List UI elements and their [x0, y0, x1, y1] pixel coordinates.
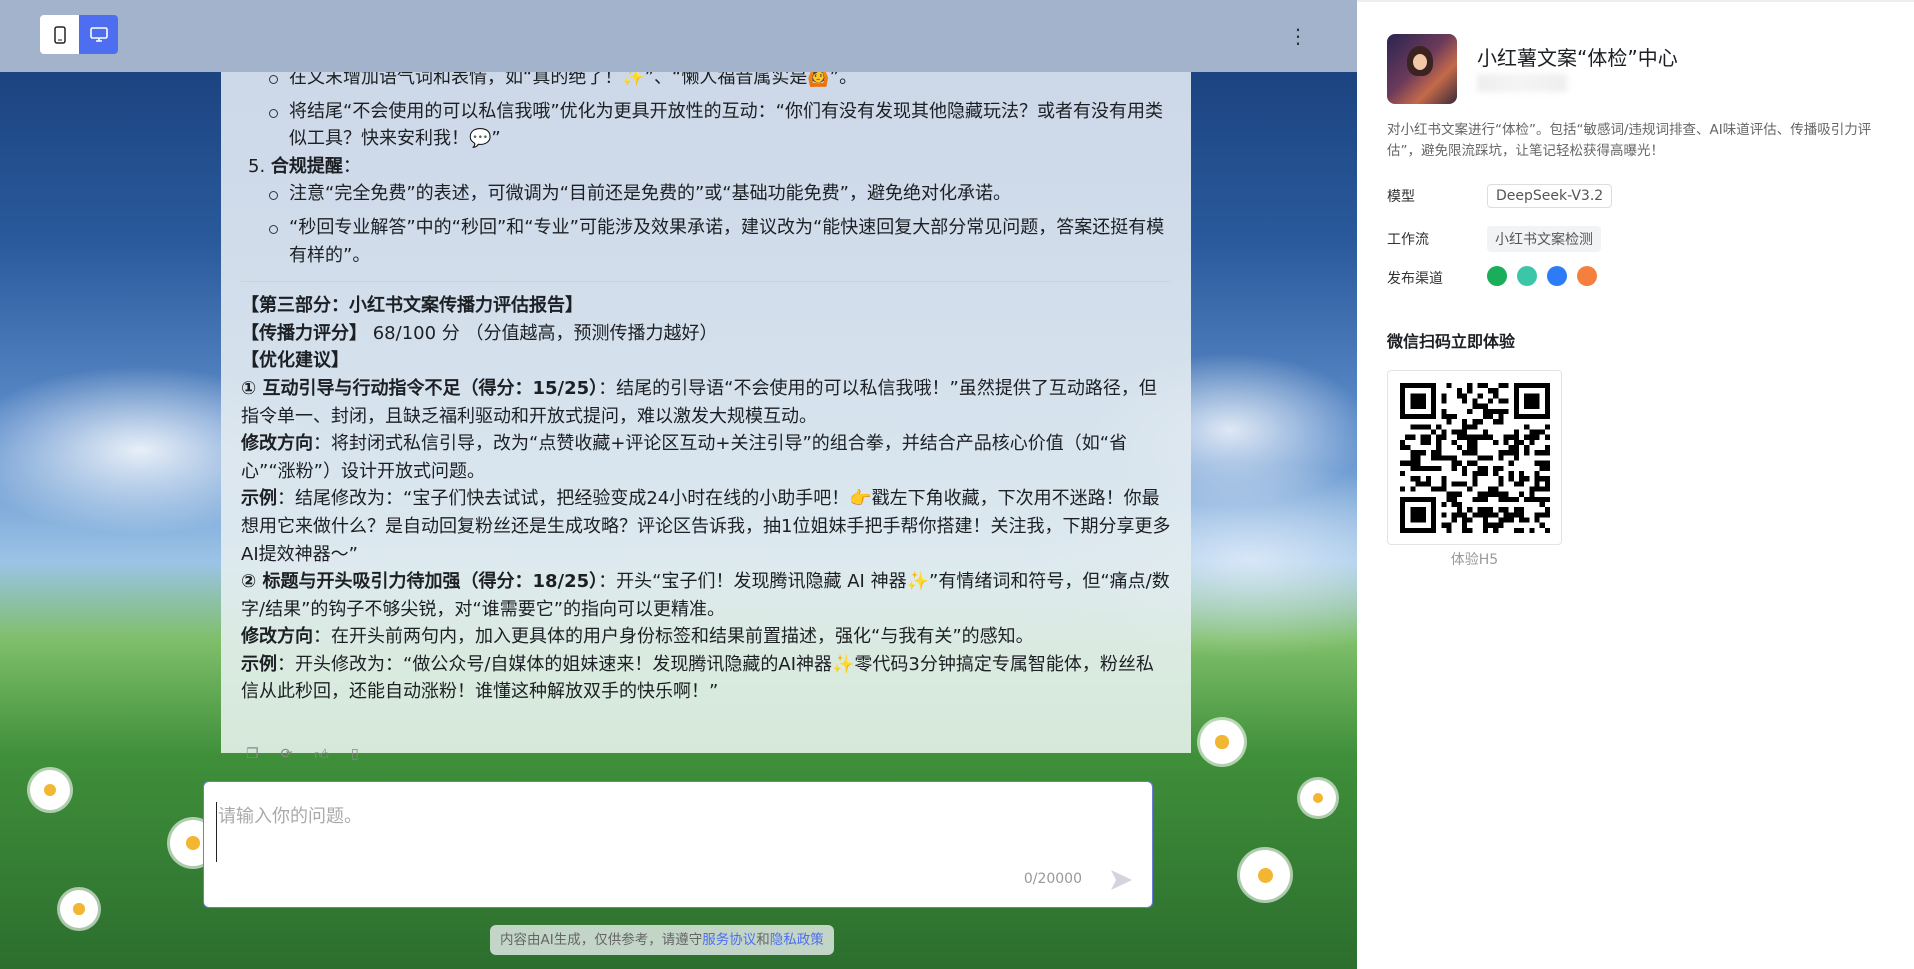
- example-text: ：开头修改为：“做公众号/自媒体的姐妹速来！发现腾讯隐藏的AI神器✨零代码3分钟…: [241, 653, 1154, 703]
- suggestion-1-title: ① 互动引导与行动指令不足（得分：15/25）: [241, 377, 599, 399]
- model-row: 模型 DeepSeek-V3.2: [1387, 184, 1613, 208]
- refresh-icon[interactable]: ⟳: [281, 746, 293, 763]
- divider: [241, 281, 1171, 283]
- agent-title: 小红薯文案“体检”中心: [1477, 46, 1678, 70]
- thumbs-down-icon[interactable]: ▯: [351, 746, 359, 763]
- list-item: 将结尾“不会使用的可以私信我哦”优化为更具开放性的互动：“你们有没有发现其他隐藏…: [269, 98, 1171, 153]
- flower-decoration: [1240, 850, 1290, 900]
- question-input[interactable]: [216, 802, 1116, 862]
- channel-row: 发布渠道: [1387, 266, 1607, 290]
- flower-decoration: [1200, 720, 1244, 764]
- qr-code: [1387, 370, 1562, 545]
- direction-label: 修改方向: [241, 626, 313, 648]
- agent-info-panel: 小红薯文案“体检”中心 对小红书文案进行“体检”。包括“敏感词/违规词排查、AI…: [1357, 0, 1914, 969]
- workflow-tag: 小红书文案检测: [1487, 226, 1601, 252]
- example-label: 示例: [241, 488, 277, 510]
- ai-disclaimer: 内容由AI生成，仅供参考，请遵守服务协议和隐私政策: [490, 925, 834, 955]
- model-tag: DeepSeek-V3.2: [1487, 184, 1613, 208]
- top-bar: ⋮: [0, 0, 1357, 72]
- agent-description: 对小红书文案进行“体检”。包括“敏感词/违规词排查、AI味道评估、传播吸引力评估…: [1387, 122, 1872, 159]
- question-input-box: 0/20000: [203, 781, 1153, 908]
- score-value: 68/100 分 （分值越高，预测传播力越好）: [367, 322, 718, 344]
- more-vertical-icon[interactable]: ⋮: [1288, 24, 1308, 48]
- qr-code-icon: [1400, 383, 1550, 533]
- workflow-label: 工作流: [1387, 232, 1429, 248]
- channel-colorful-icon: [1547, 266, 1567, 286]
- channel-label: 发布渠道: [1387, 271, 1443, 287]
- model-label: 模型: [1387, 189, 1415, 205]
- section-title: 【第三部分：小红书文案传播力评估报告】: [241, 295, 583, 317]
- example-text: ：结尾修改为：“宝子们快去试试，把经验变成24小时在线的小助手吧！👉戳左下角收藏…: [241, 488, 1171, 565]
- thumbs-up-icon[interactable]: 👍︎: [314, 746, 329, 763]
- workflow-row: 工作流 小红书文案检测: [1387, 226, 1601, 252]
- char-count: 0/20000: [1023, 871, 1082, 887]
- chat-message-card: 在文末增加语气词和表情，如“真的绝了！✨”、“懒人福音属实是🙆”。 将结尾“不会…: [221, 72, 1191, 753]
- list-item: “秒回专业解答”中的“秒回”和“专业”可能涉及效果承诺，建议改为“能快速回复大部…: [269, 214, 1171, 269]
- list-item: 在文末增加语气词和表情，如“真的绝了！✨”、“懒人福音属实是🙆”。: [269, 72, 1171, 92]
- service-agreement-link[interactable]: 服务协议: [702, 932, 756, 948]
- direction-label: 修改方向: [241, 433, 313, 455]
- channel-icons: [1487, 266, 1607, 290]
- channel-green-icon: [1487, 266, 1507, 286]
- mobile-view-button[interactable]: [40, 15, 79, 54]
- example-label: 示例: [241, 653, 277, 675]
- suggestion-label: 【优化建议】: [241, 350, 349, 372]
- copy-icon[interactable]: ❐: [246, 746, 259, 763]
- agent-avatar: [1387, 34, 1457, 104]
- flower-decoration: [60, 890, 98, 928]
- disclaimer-and: 和: [756, 932, 770, 948]
- mobile-phone-icon: [53, 25, 66, 44]
- list-number: 5.: [248, 155, 266, 177]
- qr-label: 体验H5: [1450, 552, 1499, 568]
- privacy-policy-link[interactable]: 隐私政策: [770, 932, 824, 948]
- direction-text: ：在开头前两句内，加入更具体的用户身份标签和结果前置描述，强化“与我有关”的感知…: [313, 626, 1034, 648]
- chat-stage: 在文末增加语气词和表情，如“真的绝了！✨”、“懒人福音属实是🙆”。 将结尾“不会…: [0, 0, 1357, 969]
- channel-teal-icon: [1517, 266, 1537, 286]
- flower-decoration: [1300, 780, 1336, 816]
- disclaimer-text: 内容由AI生成，仅供参考，请遵守: [500, 932, 703, 948]
- qr-title: 微信扫码立即体验: [1387, 332, 1516, 351]
- blurred-author: [1477, 74, 1567, 92]
- desktop-monitor-icon: [89, 26, 108, 42]
- direction-text: ：将封闭式私信引导，改为“点赞收藏+评论区互动+关注引导”的组合拳，并结合产品核…: [241, 433, 1128, 482]
- desktop-view-button[interactable]: [79, 15, 118, 54]
- flower-decoration: [30, 770, 70, 810]
- compliance-title: 合规提醒: [270, 155, 343, 177]
- score-label: 【传播力评分】: [241, 322, 367, 344]
- list-item-compliance: 5. 合规提醒：: [241, 153, 1171, 181]
- send-icon[interactable]: [1108, 867, 1134, 893]
- channel-orange-icon: [1577, 266, 1597, 286]
- suggestion-2-title: ② 标题与开头吸引力待加强（得分：18/25）: [241, 571, 599, 593]
- view-toggle: [40, 15, 118, 54]
- message-actions: ❐ ⟳ 👍︎ ▯: [246, 746, 359, 763]
- list-item: 注意“完全免费”的表述，可微调为“目前还是免费的”或“基础功能免费”，避免绝对化…: [269, 180, 1171, 208]
- colon: ：: [342, 155, 361, 177]
